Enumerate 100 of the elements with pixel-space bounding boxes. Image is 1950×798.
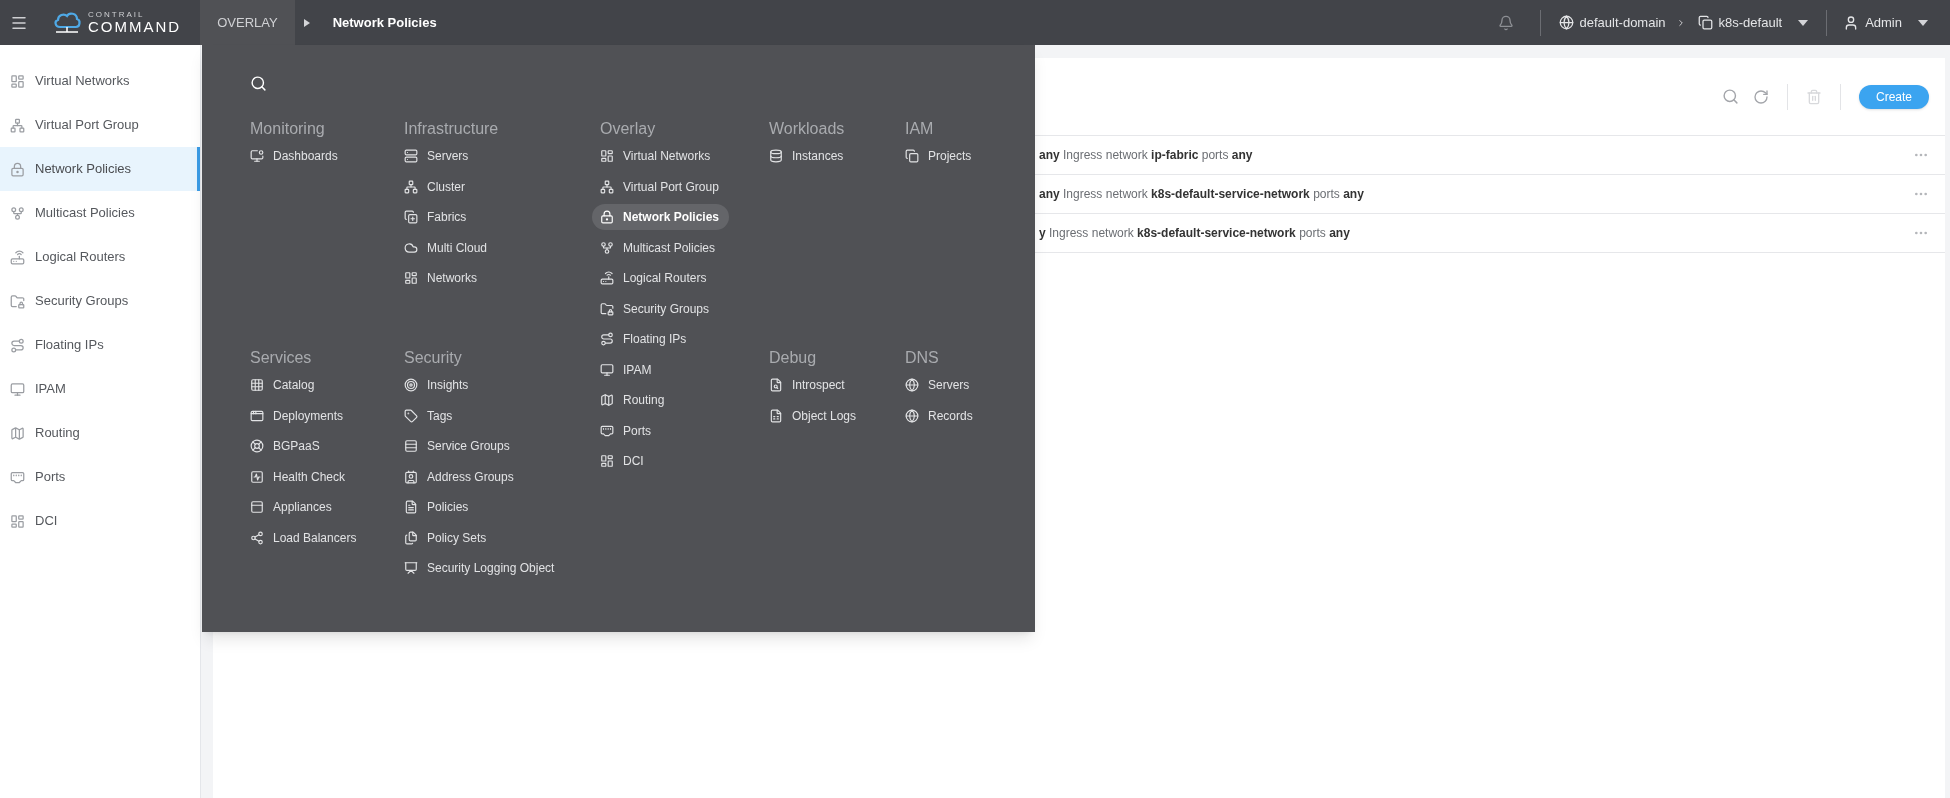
folder-lock-icon [600, 301, 614, 316]
menu-item[interactable]: Cluster [396, 173, 475, 200]
wheel-icon [250, 439, 264, 454]
route-icon [10, 337, 25, 353]
menu-item[interactable]: Virtual Port Group [592, 173, 729, 200]
grid-icon [10, 73, 25, 89]
menu-item[interactable]: Servers [396, 143, 479, 170]
map-icon [10, 425, 25, 441]
search-icon[interactable] [250, 75, 267, 92]
menu-section-heading: Overlay [600, 119, 657, 139]
menu-item[interactable]: Records [897, 402, 983, 429]
sidebar-item[interactable]: Network Policies [0, 147, 200, 191]
project-icon [1697, 15, 1713, 30]
port-icon [10, 469, 25, 485]
menu-item[interactable]: Routing [592, 387, 675, 414]
menu-item[interactable]: DCI [592, 448, 654, 475]
menu-item[interactable]: Load Balancers [242, 524, 367, 551]
menu-item[interactable]: Multicast Policies [592, 234, 726, 261]
menu-item[interactable]: Service Groups [396, 433, 520, 460]
sidebar-item[interactable]: Logical Routers [0, 235, 200, 279]
target-icon [404, 378, 418, 393]
caret-icon[interactable] [1798, 19, 1809, 26]
overlay-menu-tab[interactable]: OVERLAY [200, 0, 295, 45]
document-icon [404, 500, 418, 515]
menu-item[interactable]: Policy Sets [396, 524, 497, 551]
menu-item[interactable]: Policies [396, 494, 479, 521]
copy-icon [905, 149, 919, 164]
window-icon [250, 408, 264, 423]
menu-item[interactable]: Fabrics [396, 204, 477, 231]
menu-item[interactable]: Projects [897, 143, 982, 170]
share-icon [250, 530, 264, 545]
menu-section-heading: Security [404, 348, 463, 368]
menu-item[interactable]: Security Groups [592, 295, 720, 322]
play-icon [303, 18, 310, 27]
caret-icon[interactable] [1918, 19, 1928, 26]
documents-icon [404, 530, 418, 545]
menu-item[interactable]: Logical Routers [592, 265, 717, 292]
menu-item[interactable]: Dashboards [242, 143, 348, 170]
menu-item[interactable]: Tags [396, 402, 463, 429]
menu-item[interactable]: Networks [396, 265, 487, 292]
notification-bell-icon[interactable] [1497, 14, 1514, 31]
sidebar-item[interactable]: Routing [0, 411, 200, 455]
sidebar-item[interactable]: DCI [0, 499, 200, 543]
pulse-icon [250, 469, 264, 484]
menu-item[interactable]: Instances [761, 143, 854, 170]
globe-icon [905, 378, 919, 393]
menu-item[interactable]: Health Check [242, 463, 356, 490]
menu-item[interactable]: Deployments [242, 402, 354, 429]
port-icon [600, 423, 614, 438]
menu-item[interactable]: Introspect [761, 372, 855, 399]
server-icon [404, 149, 418, 164]
board-icon [404, 561, 418, 576]
rule-text: any Ingress network k8s-default-service-network ports any [1039, 186, 1364, 203]
domain-icon [1558, 15, 1574, 30]
menu-item[interactable]: BGPaaS [242, 433, 330, 460]
menu-item[interactable]: Multi Cloud [396, 234, 498, 261]
menu-section-heading: DNS [905, 348, 940, 368]
rule-text: any Ingress network ip-fabric ports any [1039, 147, 1253, 164]
contact-icon [404, 469, 418, 484]
pages-icon [404, 210, 418, 225]
menu-item[interactable]: Servers [897, 372, 980, 399]
menu-item[interactable]: Network Policies [592, 204, 730, 231]
lock-icon [10, 161, 25, 177]
sidebar-item[interactable]: Multicast Policies [0, 191, 200, 235]
menu-item[interactable]: Insights [396, 372, 479, 399]
menu-item[interactable]: Floating IPs [592, 326, 697, 353]
menu-section-heading: Monitoring [250, 119, 326, 139]
menu-item[interactable]: Virtual Networks [592, 143, 721, 170]
spreadsheet-icon [769, 408, 783, 423]
lock-icon [600, 210, 614, 225]
menu-item[interactable]: Ports [592, 417, 661, 444]
database-icon [769, 149, 783, 164]
route-icon [600, 332, 614, 347]
sidebar-item[interactable]: Virtual Port Group [0, 103, 200, 147]
grid-icon [404, 271, 418, 286]
menu-item[interactable]: Catalog [242, 372, 325, 399]
menu-item[interactable]: Object Logs [761, 402, 867, 429]
cloud-icon [404, 240, 418, 255]
grid-icon [10, 513, 25, 529]
sidebar-item[interactable]: Virtual Networks [0, 59, 200, 103]
sidebar-item[interactable]: IPAM [0, 367, 200, 411]
sidebar-item[interactable]: Floating IPs [0, 323, 200, 367]
file-search-icon [769, 378, 783, 393]
rule-text: y Ingress network k8s-default-service-network ports any [1039, 225, 1350, 242]
user-menu[interactable]: Admin [1865, 12, 1902, 33]
refresh-icon[interactable] [1752, 88, 1769, 105]
monitor-icon [600, 362, 614, 377]
menu-section-heading: IAM [905, 119, 935, 139]
project-selector[interactable]: k8s-default [1718, 12, 1783, 33]
menu-item[interactable]: Appliances [242, 494, 342, 521]
network-icon [10, 117, 25, 133]
panel-icon [250, 500, 264, 515]
menu-section-heading: Services [250, 348, 313, 368]
sidebar-item[interactable]: Ports [0, 455, 200, 499]
logo-title: COMMAND [88, 19, 182, 34]
menu-item[interactable]: Security Logging Object [396, 555, 565, 582]
menu-item[interactable]: IPAM [592, 356, 662, 383]
domain-selector[interactable]: default-domain [1579, 12, 1666, 33]
sidebar-item[interactable]: Security Groups [0, 279, 200, 323]
menu-item[interactable]: Address Groups [396, 463, 524, 490]
